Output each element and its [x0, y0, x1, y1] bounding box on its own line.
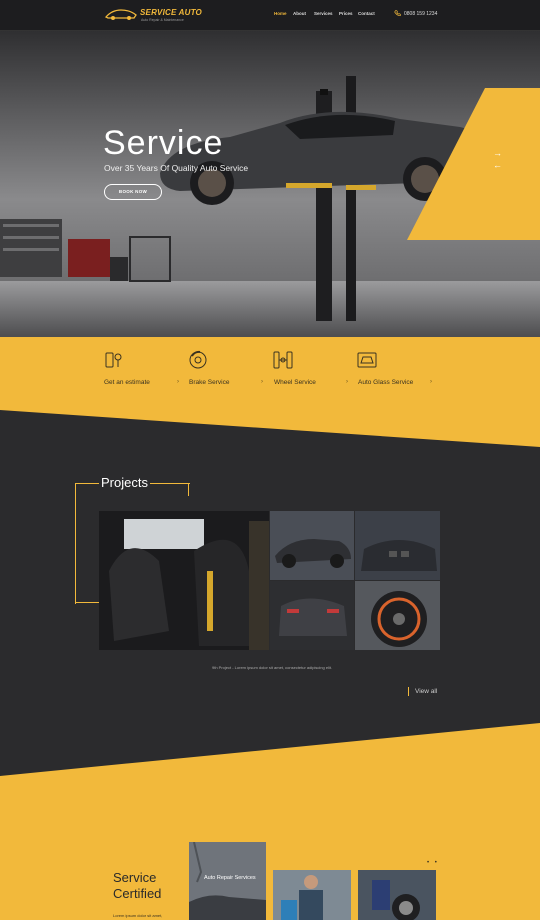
project-photo-car-front — [355, 511, 440, 580]
logo-car-icon[interactable] — [104, 6, 138, 22]
tire-service-photo[interactable] — [358, 870, 436, 920]
project-photo-interior — [99, 511, 269, 650]
certified-title: Service Certified — [113, 870, 161, 902]
mechanic-photo[interactable] — [273, 870, 351, 920]
certified-title-line: Service — [113, 870, 157, 885]
logo-title[interactable]: SERVICE AUTO — [140, 8, 202, 17]
auto-repair-photo[interactable] — [189, 842, 266, 920]
project-photo-wheel — [355, 581, 440, 650]
next-slide-arrow-icon[interactable]: → — [493, 148, 502, 158]
service-glass-label[interactable]: Auto Glass Service — [358, 379, 413, 386]
phone-number[interactable]: 0808 159 1234 — [404, 11, 437, 17]
projects-gallery — [99, 511, 440, 650]
logo-subtitle: Auto Repair & Maintenance — [141, 18, 184, 22]
certified-text: Lorem ipsum dolor sit amet, — [113, 913, 163, 918]
service-wheel-label[interactable]: Wheel Service — [274, 379, 316, 386]
carousel-dots[interactable]: • • — [427, 860, 439, 866]
certified-title-line: Certified — [113, 886, 162, 901]
wheel-icon[interactable] — [273, 350, 293, 370]
hero-image — [0, 31, 540, 337]
nav-home[interactable]: Home — [274, 11, 287, 16]
project-photo-car-side — [270, 511, 354, 580]
phone-icon — [394, 10, 401, 17]
service-brake-label[interactable]: Brake Service — [189, 379, 229, 386]
service-estimate-label[interactable]: Get an estimate — [104, 379, 150, 386]
chevron-right-icon: › — [430, 379, 432, 385]
nav-prices[interactable]: Prices — [339, 11, 353, 16]
auto-repair-photo-label[interactable]: Auto Repair Services — [204, 875, 256, 881]
estimate-icon[interactable] — [104, 350, 124, 370]
chevron-right-icon: › — [261, 379, 263, 385]
book-now-button[interactable]: BOOK NOW — [104, 184, 162, 200]
chevron-right-icon: › — [346, 379, 348, 385]
project-photo-car-rear — [270, 581, 354, 650]
prev-slide-arrow-icon[interactable]: ← — [493, 160, 502, 170]
top-header — [0, 0, 540, 31]
nav-about[interactable]: About — [293, 11, 306, 16]
projects-frame-edge — [188, 483, 189, 496]
auto-glass-icon[interactable] — [357, 350, 377, 370]
chevron-right-icon: › — [177, 379, 179, 385]
brake-disc-icon[interactable] — [188, 350, 208, 370]
project-caption: 9th Project - Lorem ipsum dolor sit amet… — [212, 665, 333, 670]
view-all-accent — [408, 687, 409, 696]
nav-services[interactable]: Services — [314, 11, 333, 16]
projects-title: Projects — [99, 475, 150, 490]
hero-subtitle: Over 35 Years Of Quality Auto Service — [104, 163, 249, 173]
nav-contact[interactable]: Contact — [358, 11, 375, 16]
hero-title: Service — [103, 124, 224, 162]
view-all-link[interactable]: View all — [415, 688, 437, 695]
